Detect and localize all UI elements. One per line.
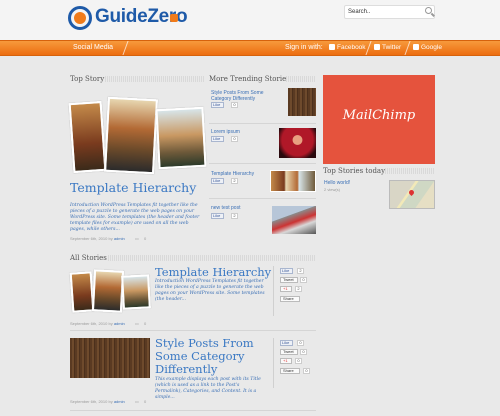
section-rule bbox=[286, 76, 316, 82]
top-story-title[interactable]: Template Hierarchy bbox=[70, 180, 196, 195]
facebook-like-button[interactable]: Like bbox=[211, 136, 224, 142]
trending-thumbnail[interactable] bbox=[272, 206, 316, 234]
plus-count: 0 bbox=[295, 358, 302, 364]
story-image-3[interactable] bbox=[121, 274, 151, 310]
trending-thumbnail[interactable] bbox=[270, 170, 316, 192]
comment-icon[interactable]: ▭ bbox=[135, 321, 139, 326]
linkedin-share-button[interactable]: Share bbox=[280, 368, 300, 374]
author-link[interactable]: admin bbox=[114, 399, 125, 404]
story-meta: September 6th, 2010 by admin bbox=[70, 321, 125, 326]
google-plus-button[interactable]: +1 bbox=[280, 286, 292, 292]
search-input[interactable]: Search.. bbox=[344, 5, 435, 19]
author-link[interactable]: admin bbox=[114, 236, 125, 241]
story-excerpt: This example displays each post with its… bbox=[155, 377, 261, 400]
trending-thumbnail[interactable] bbox=[288, 88, 316, 116]
trending-item-title[interactable]: new test post bbox=[211, 205, 271, 211]
like-count: 2 bbox=[231, 213, 238, 219]
story-image[interactable] bbox=[70, 338, 150, 378]
section-rule bbox=[105, 76, 205, 82]
twitter-icon bbox=[374, 44, 380, 50]
like-count: 2 bbox=[297, 268, 304, 274]
facebook-like-button[interactable]: Like bbox=[211, 213, 224, 219]
top-story-heading: Top Story bbox=[70, 75, 105, 83]
linkedin-share-button[interactable]: Share bbox=[280, 296, 300, 302]
all-stories-heading: All Stories bbox=[70, 254, 107, 262]
google-icon bbox=[413, 44, 419, 50]
post-date: September 6th, 2010 by bbox=[70, 321, 113, 326]
divider bbox=[209, 123, 316, 124]
tweet-button[interactable]: Tweet bbox=[280, 277, 298, 283]
top-story-meta: September 6th, 2010 by admin bbox=[70, 236, 125, 241]
like-count: 0 bbox=[231, 102, 238, 108]
story-title[interactable]: Style Posts From Some Category Different… bbox=[155, 337, 273, 376]
top-story-image-1[interactable] bbox=[68, 100, 107, 174]
google-plus-button[interactable]: +1 bbox=[280, 358, 292, 364]
top-story-image-3[interactable] bbox=[155, 106, 207, 170]
tweet-button[interactable]: Tweet bbox=[280, 349, 298, 355]
like-count: 0 bbox=[231, 136, 238, 142]
divider bbox=[70, 410, 316, 411]
search-icon[interactable] bbox=[425, 7, 432, 14]
mailchimp-ad-label[interactable]: MailChimp bbox=[323, 108, 435, 123]
tweet-count: 0 bbox=[300, 349, 307, 355]
tweet-count: 0 bbox=[300, 277, 307, 283]
story-image-2[interactable] bbox=[91, 269, 125, 313]
google-login-link[interactable]: Google bbox=[421, 41, 442, 55]
facebook-login-link[interactable]: Facebook bbox=[337, 41, 366, 55]
trending-thumbnail[interactable] bbox=[279, 128, 316, 158]
like-count: 0 bbox=[297, 340, 304, 346]
trending-item-title[interactable]: Template Hierarchy bbox=[211, 171, 271, 177]
divider bbox=[273, 266, 274, 316]
comment-icon[interactable]: ▭ bbox=[135, 399, 139, 404]
section-rule bbox=[385, 168, 435, 174]
facebook-icon bbox=[329, 44, 335, 50]
plus-count: 2 bbox=[295, 286, 302, 292]
comment-count[interactable]: 0 bbox=[144, 399, 146, 404]
sign-in-label: Sign in with: bbox=[285, 44, 323, 51]
trending-item-title[interactable]: Style Posts From Some Category Different… bbox=[211, 90, 281, 102]
post-date: September 6th, 2010 by bbox=[70, 399, 113, 404]
trending-item-title[interactable]: Lorem ipsum bbox=[211, 129, 281, 135]
top-today-views: 2 view(s) bbox=[324, 187, 341, 192]
story-image-1[interactable] bbox=[69, 271, 95, 313]
author-link[interactable]: admin bbox=[114, 321, 125, 326]
twitter-login-link[interactable]: Twitter bbox=[382, 41, 401, 55]
post-date: September 6th, 2010 by bbox=[70, 236, 113, 241]
facebook-like-button[interactable]: Like bbox=[280, 268, 293, 274]
divider bbox=[70, 330, 316, 331]
divider bbox=[273, 338, 274, 388]
story-excerpt: Introduction WordPress Templates fit tog… bbox=[155, 279, 265, 302]
comment-icon[interactable]: ▭ bbox=[135, 236, 139, 241]
top-story-image-2[interactable] bbox=[104, 96, 158, 175]
logo-badge-icon bbox=[170, 14, 178, 22]
nav-item-social-media[interactable]: Social Media bbox=[73, 41, 113, 55]
top-story-excerpt: Introduction WordPress Templates fit tog… bbox=[70, 203, 200, 232]
share-count: 0 bbox=[303, 368, 310, 374]
top-stories-today-heading: Top Stories today bbox=[323, 167, 386, 175]
trending-heading: More Trending Stories bbox=[209, 75, 290, 83]
section-rule bbox=[108, 255, 316, 261]
divider bbox=[209, 198, 316, 199]
facebook-like-button[interactable]: Like bbox=[280, 340, 293, 346]
like-count: 2 bbox=[231, 178, 238, 184]
facebook-like-button[interactable]: Like bbox=[211, 102, 224, 108]
logo-icon[interactable] bbox=[68, 6, 92, 30]
story-title[interactable]: Template Hierarchy bbox=[155, 265, 271, 279]
top-today-title[interactable]: Hello world! bbox=[324, 180, 350, 186]
comment-count[interactable]: 0 bbox=[144, 236, 146, 241]
comment-count[interactable]: 0 bbox=[144, 321, 146, 326]
facebook-like-button[interactable]: Like bbox=[211, 178, 224, 184]
story-meta: September 6th, 2010 by admin bbox=[70, 399, 125, 404]
divider bbox=[209, 163, 316, 164]
